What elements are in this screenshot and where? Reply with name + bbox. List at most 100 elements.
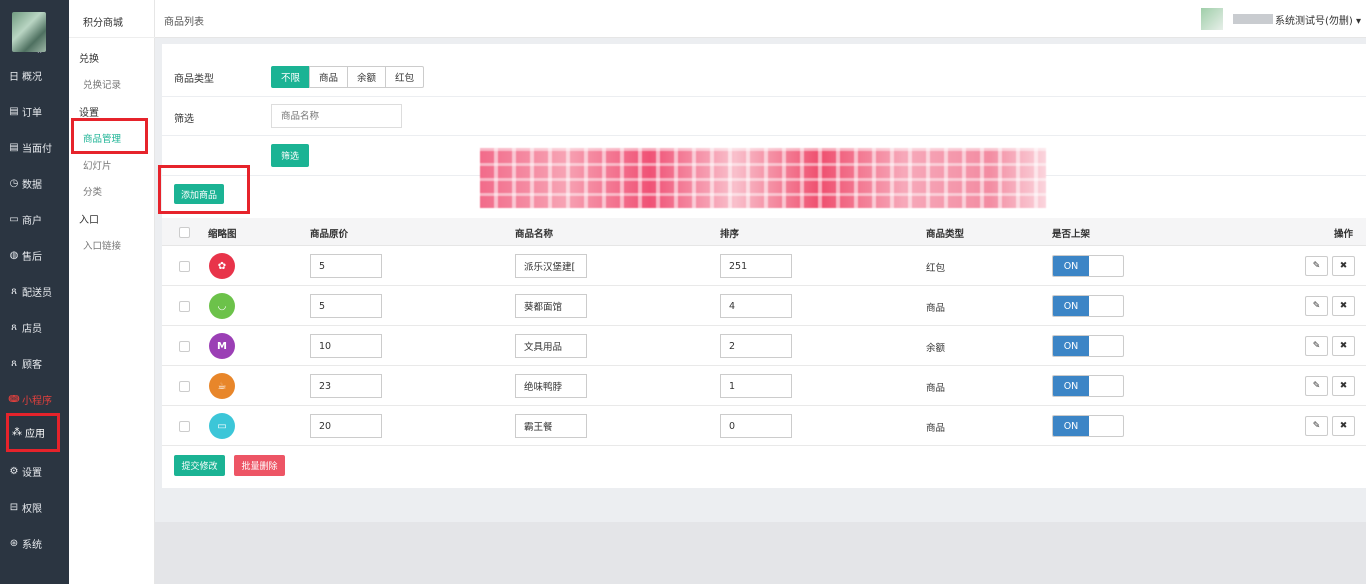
delete-button[interactable]: ✖ [1332,336,1355,356]
close-icon: ✖ [1339,261,1348,271]
delete-button[interactable]: ✖ [1332,256,1355,276]
column-header-name: 商品名称 [515,229,554,240]
divider [69,37,155,38]
name-input[interactable]: 绝味鸭脖 [515,374,587,398]
type-option-product[interactable]: 商品 [309,66,349,88]
name-input[interactable]: 文具用品 [515,334,587,358]
sort-input[interactable]: 4 [720,294,792,318]
sidebar-item-label: 数据 [22,179,42,191]
listed-toggle[interactable]: ON [1052,335,1124,357]
type-text: 商品 [926,383,946,394]
user-avatar[interactable] [1201,8,1223,30]
sidebar-item-orders[interactable]: ▤ 订单 [8,100,42,122]
sort-input[interactable]: 251 [720,254,792,278]
delete-button[interactable]: ✖ [1332,416,1355,436]
delete-button[interactable]: ✖ [1332,296,1355,316]
toggle-on-label: ON [1053,336,1089,356]
sidebar-item-couriers[interactable]: ጸ 配送员 [8,280,52,302]
subnav-title: 积分商城 [83,18,123,29]
sidebar-item-label: 设置 [22,467,42,479]
select-all-checkbox[interactable] [179,227,190,238]
sort-input[interactable]: 2 [720,334,792,358]
sidebar-item-permissions[interactable]: ⊟ 权限 [8,496,42,518]
user-name: 系统测试号(勿删) [1275,16,1353,27]
filter-button[interactable]: 筛选 [271,144,309,167]
sidebar-item-apps[interactable]: ⁂ 应用 [6,413,60,452]
bulk-delete-button[interactable]: 批量删除 [234,455,285,476]
row-checkbox[interactable] [179,301,190,312]
listed-toggle[interactable]: ON [1052,415,1124,437]
sidebar-item-label: 当面付 [22,143,52,155]
system-icon: ⊛ [9,537,19,549]
listed-toggle[interactable]: ON [1052,255,1124,277]
list-icon: ▤ [9,105,19,117]
price-input[interactable]: 20 [310,414,382,438]
sidebar-item-system[interactable]: ⊛ 系统 [8,532,42,554]
subnav-item-categories[interactable]: 分类 [83,184,102,198]
name-input[interactable]: 霸王餐 [515,414,587,438]
subnav-item-slides[interactable]: 幻灯片 [83,158,112,172]
price-input[interactable]: 5 [310,294,382,318]
sidebar-item-after-sales[interactable]: ◍ 售后 [8,244,42,266]
row-checkbox[interactable] [179,341,190,352]
name-input[interactable]: 派乐汉堡建[ [515,254,587,278]
price-input[interactable]: 5 [310,254,382,278]
toggle-on-label: ON [1053,416,1089,436]
table-row: ▭ 20 霸王餐 0 商品 ON ✎ ✖ [162,406,1366,446]
sidebar-item-customers[interactable]: ጸ 顾客 [8,352,42,374]
lock-icon: ⊟ [9,501,19,513]
type-option-balance[interactable]: 余额 [347,66,387,88]
row-checkbox[interactable] [179,421,190,432]
sidebar-item-label: 应用 [25,429,45,440]
edit-button[interactable]: ✎ [1305,336,1328,356]
column-header-price: 商品原价 [310,229,349,240]
type-text: 商品 [926,303,946,314]
column-header-actions: 操作 [1334,229,1354,240]
row-checkbox[interactable] [179,381,190,392]
table-row: ◡ 5 葵都面馆 4 商品 ON ✎ ✖ [162,286,1366,326]
sidebar-item-clerks[interactable]: ጸ 店员 [8,316,42,338]
sidebar-item-label: 配送员 [22,287,52,299]
type-option-red-packet[interactable]: 红包 [385,66,425,88]
listed-toggle[interactable]: ON [1052,295,1124,317]
sidebar-item-settings[interactable]: ⚙ 设置 [8,460,42,482]
sort-input[interactable]: 0 [720,414,792,438]
edit-button[interactable]: ✎ [1305,376,1328,396]
table-header: 缩略图 商品原价 商品名称 排序 商品类型 是否上架 操作 [162,218,1366,246]
divider [162,135,1366,136]
dashboard-icon: 日 [9,71,19,83]
filter-label: 筛选 [174,114,194,125]
user-icon: ጸ [11,357,17,369]
sidebar-item-overview[interactable]: 日 概况 [8,64,42,86]
product-name-input[interactable] [271,104,402,128]
add-product-button[interactable]: 添加商品 [174,184,224,204]
listed-toggle[interactable]: ON [1052,375,1124,397]
delete-button[interactable]: ✖ [1332,376,1355,396]
price-input[interactable]: 23 [310,374,382,398]
subnav-item-product-manage[interactable]: 商品管理 [83,131,121,145]
table-row: M 10 文具用品 2 余额 ON ✎ ✖ [162,326,1366,366]
subnav-item-exchange-records[interactable]: 兑换记录 [83,77,121,91]
avatar-dots: .. [37,46,43,55]
column-header-listed: 是否上架 [1052,229,1091,240]
edit-button[interactable]: ✎ [1305,296,1328,316]
name-input[interactable]: 葵都面馆 [515,294,587,318]
edit-button[interactable]: ✎ [1305,256,1328,276]
sidebar-item-face-pay[interactable]: ▤ 当面付 [8,136,52,158]
sidebar-item-mini-program[interactable]: ↈ 小程序 [8,388,52,410]
sidebar-item-merchants[interactable]: ▭ 商户 [8,208,42,230]
price-input[interactable]: 10 [310,334,382,358]
user-menu[interactable]: 系统测试号(勿删) ▾ [1275,12,1361,27]
subnav-item-entry-link[interactable]: 入口链接 [83,238,121,252]
product-thumbnail: M [209,333,235,359]
sidebar-item-data[interactable]: ◷ 数据 [8,172,42,194]
row-checkbox[interactable] [179,261,190,272]
sort-input[interactable]: 1 [720,374,792,398]
type-option-all[interactable]: 不限 [271,66,311,88]
close-icon: ✖ [1339,341,1348,351]
edit-button[interactable]: ✎ [1305,416,1328,436]
submit-changes-button[interactable]: 提交修改 [174,455,225,476]
user-icon: ጸ [11,321,17,333]
product-thumbnail: ✿ [209,253,235,279]
close-icon: ✖ [1339,421,1348,431]
